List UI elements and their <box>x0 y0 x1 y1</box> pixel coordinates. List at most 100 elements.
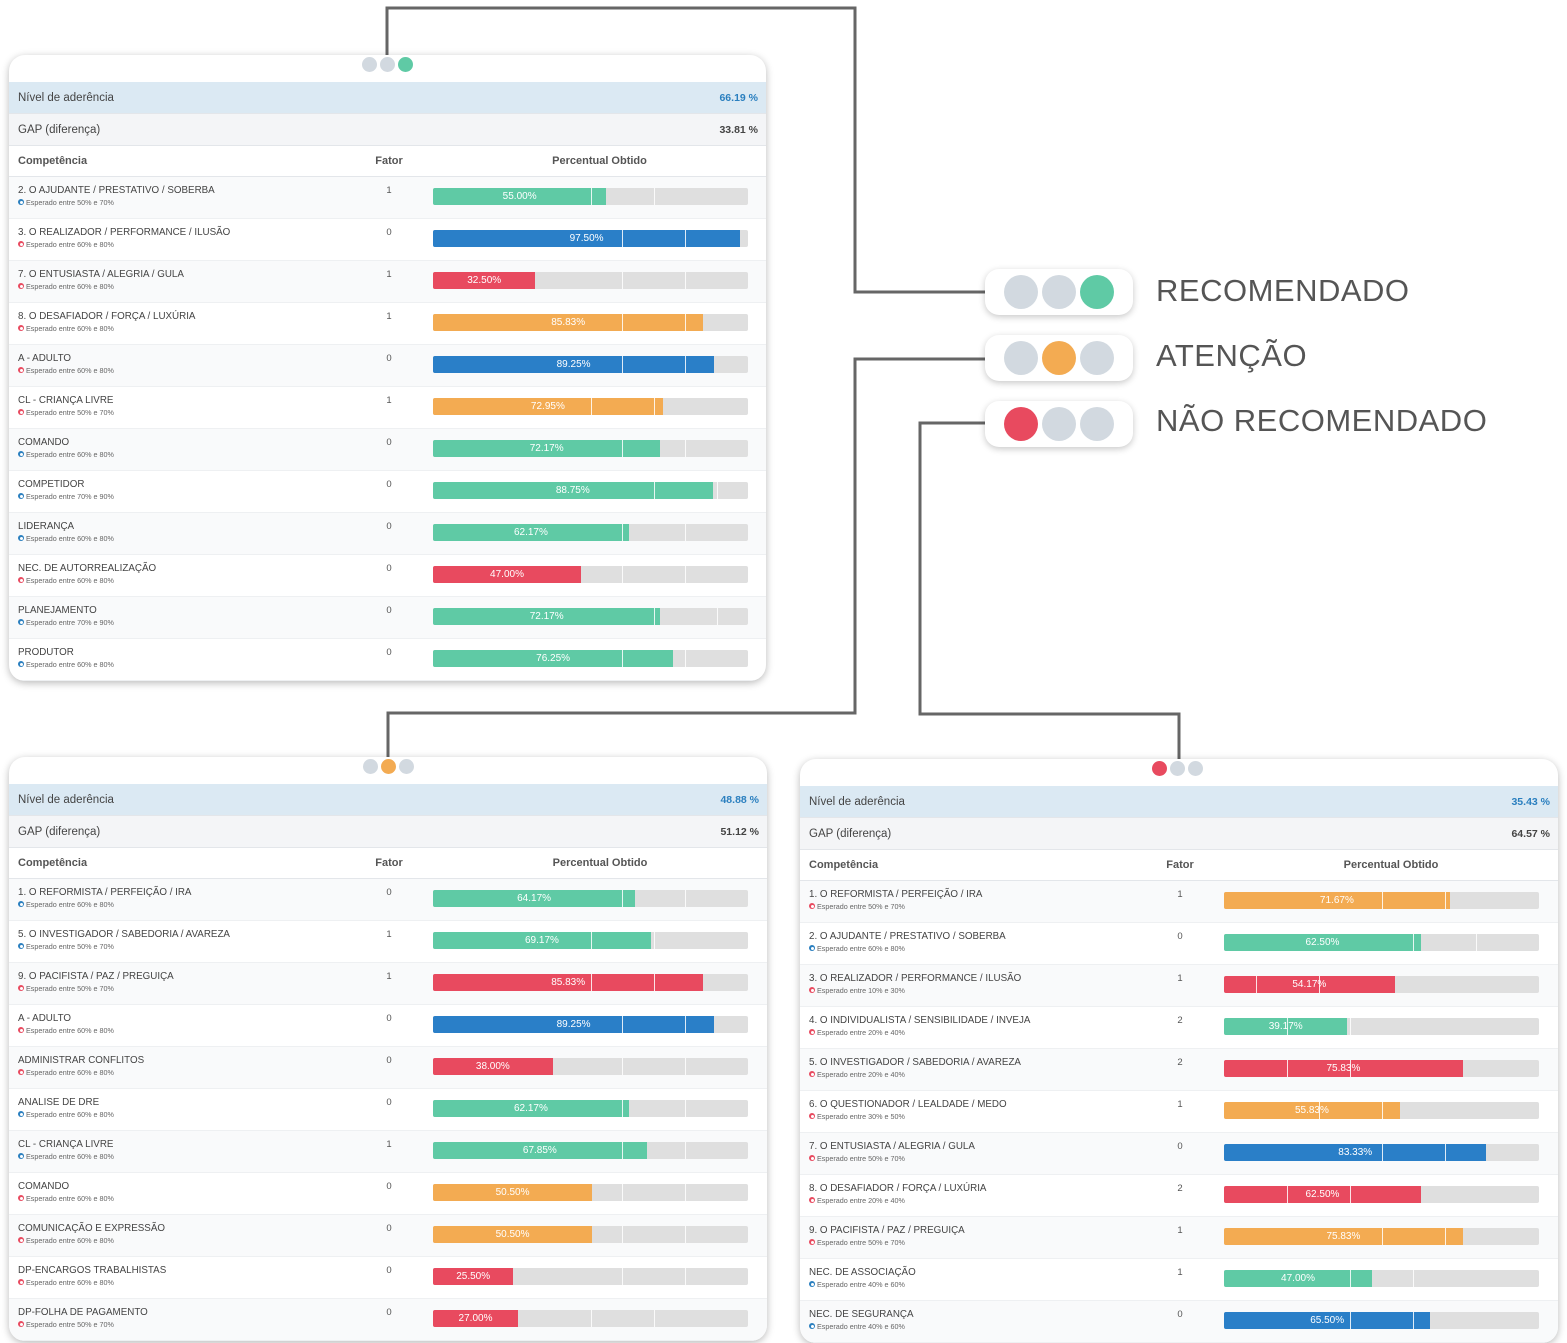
expected-range-marker <box>1444 1144 1446 1161</box>
table-row: 3. O REALIZADOR / PERFORMANCE / ILUSÃO Es… <box>9 219 766 261</box>
alert-circle-icon <box>18 1027 24 1033</box>
progress-bar: 62.50% <box>1224 934 1539 951</box>
progress-bar: 85.83% <box>433 974 748 991</box>
fator-value: 1 <box>1177 1225 1183 1236</box>
expected-text: Esperado entre 20% e 40% <box>817 1070 905 1079</box>
progress-bar: 75.83% <box>1224 1060 1539 1077</box>
legend-dot <box>1042 275 1076 309</box>
expected-range-marker <box>622 650 623 667</box>
competencia-name: 3. O REALIZADOR / PERFORMANCE / ILUSÃO <box>18 227 231 238</box>
expected-range: Esperado entre 60% e 80% <box>18 366 345 375</box>
expected-range-marker <box>653 932 655 949</box>
expected-range-marker <box>653 1310 655 1327</box>
legend-dot <box>1004 407 1038 441</box>
progress-bar: 39.17% <box>1224 1018 1539 1035</box>
alert-circle-icon <box>18 1321 24 1327</box>
percentual-cell: 27.00% <box>433 1299 767 1340</box>
fator-value: 0 <box>386 1307 392 1318</box>
alert-circle-icon <box>809 1071 815 1077</box>
competencia-cell: CL - CRIANÇA LIVRE Esperado entre 60% e 8… <box>9 1131 345 1172</box>
competencia-name: 5. O INVESTIGADOR / SABEDORIA / AVAREZA <box>809 1057 1021 1068</box>
progress-label: 72.17% <box>529 443 564 454</box>
progress-bar: 83.33% <box>1224 1144 1539 1161</box>
expected-text: Esperado entre 50% e 70% <box>817 1238 905 1247</box>
competencia-cell: 1. O REFORMISTA / PERFEIÇÃO / IRA Esperad… <box>800 881 1136 922</box>
progress-bar: 97.50% <box>433 230 748 247</box>
expected-range: Esperado entre 50% e 70% <box>809 1238 1136 1247</box>
expected-text: Esperado entre 50% e 70% <box>26 408 114 417</box>
progress-bar: 47.00% <box>1224 1270 1539 1287</box>
table-row: NEC. DE ASSOCIAÇÃO Esperado entre 40% e 6… <box>800 1259 1558 1301</box>
expected-range: Esperado entre 60% e 80% <box>18 1236 345 1245</box>
alert-circle-icon <box>809 1197 815 1203</box>
competencia-cell: 2. O AJUDANTE / PRESTATIVO / SOBERBA Espe… <box>800 923 1136 964</box>
expected-text: Esperado entre 60% e 80% <box>26 1278 114 1287</box>
header-percentual: Percentual Obtido <box>552 857 648 869</box>
competencia-name: LIDERANÇA <box>18 521 75 532</box>
gap-row: GAP (diferença) 51.12 % <box>9 816 767 848</box>
gap-label: GAP (diferença) <box>18 123 101 136</box>
competencia-name: CL - CRIANÇA LIVRE <box>18 1139 114 1150</box>
competencia-cell: 4. O INDIVIDUALISTA / SENSIBILIDADE / IN… <box>800 1007 1136 1048</box>
check-circle-icon <box>18 1153 24 1159</box>
competencia-name: 7. O ENTUSIASTA / ALEGRIA / GULA <box>18 269 184 280</box>
table-header: Competência Fator Percentual Obtido <box>800 850 1558 881</box>
legend-dot <box>1080 341 1114 375</box>
legend-dot <box>1080 407 1114 441</box>
competencia-name: ADMINISTRAR CONFLITOS <box>18 1055 145 1066</box>
fator-value: 1 <box>386 1139 392 1150</box>
legend-label: RECOMENDADO <box>1156 273 1410 308</box>
aderencia-row: Nível de aderência 35.43 % <box>800 786 1558 818</box>
fator-value: 2 <box>1177 1015 1183 1026</box>
expected-range-marker <box>653 188 655 205</box>
percentual-cell: 38.00% <box>433 1047 767 1088</box>
indicator-dot <box>1152 761 1167 776</box>
progress-bar: 50.50% <box>433 1226 748 1243</box>
percentual-cell: 65.50% <box>1224 1301 1558 1342</box>
percentual-cell: 62.50% <box>1224 923 1558 964</box>
fator-value: 0 <box>386 353 392 364</box>
percentual-cell: 89.25% <box>433 345 766 386</box>
competencia-cell: 8. O DESAFIADOR / FORÇA / LUXÚRIA Esperad… <box>9 303 345 344</box>
header-fator: Fator <box>1166 859 1194 871</box>
table-row: CL - CRIANÇA LIVRE Esperado entre 60% e 8… <box>9 1131 767 1173</box>
fator-value: 0 <box>386 227 392 238</box>
competencia-cell: 9. O PACIFISTA / PAZ / PREGUIÇA Esperado … <box>800 1217 1136 1258</box>
fator-value: 0 <box>386 605 392 616</box>
expected-range: Esperado entre 40% e 60% <box>809 1322 1136 1331</box>
expected-range-marker <box>716 482 718 499</box>
expected-text: Esperado entre 60% e 80% <box>26 1152 114 1161</box>
percentual-cell: 85.83% <box>433 303 766 344</box>
expected-range-marker <box>685 566 686 583</box>
fator-value: 1 <box>1177 1099 1183 1110</box>
table-body: 1. O REFORMISTA / PERFEIÇÃO / IRA Esperad… <box>800 881 1558 1343</box>
progress-label: 47.00% <box>1281 1273 1315 1284</box>
expected-range-marker <box>1413 934 1414 951</box>
fator-value: 1 <box>1177 1267 1183 1278</box>
indicator-dot <box>399 759 414 774</box>
table-row: DP-FOLHA DE PAGAMENTO Esperado entre 50% … <box>9 1299 767 1341</box>
expected-range-marker <box>1413 1270 1414 1287</box>
competencia-name: 7. O ENTUSIASTA / ALEGRIA / GULA <box>809 1141 975 1152</box>
fator-value: 1 <box>1177 889 1183 900</box>
percentual-cell: 67.85% <box>433 1131 767 1172</box>
table-row: 2. O AJUDANTE / PRESTATIVO / SOBERBA Espe… <box>800 923 1558 965</box>
alert-circle-icon <box>18 325 24 331</box>
competencia-name: 9. O PACIFISTA / PAZ / PREGUIÇA <box>809 1225 965 1236</box>
competencia-name: 1. O REFORMISTA / PERFEIÇÃO / IRA <box>809 889 983 900</box>
competencia-name: 6. O QUESTIONADOR / LEALDADE / MEDO <box>809 1099 1007 1110</box>
expected-range-marker <box>716 608 718 625</box>
expected-range: Esperado entre 60% e 80% <box>18 660 345 669</box>
aderencia-label: Nível de aderência <box>18 793 114 806</box>
table-body: 1. O REFORMISTA / PERFEIÇÃO / IRA Esperad… <box>9 879 767 1341</box>
progress-label: 62.17% <box>513 1103 548 1114</box>
legend-dot <box>1004 341 1038 375</box>
table-row: 6. O QUESTIONADOR / LEALDADE / MEDO Esper… <box>800 1091 1558 1133</box>
check-circle-icon <box>18 619 24 625</box>
progress-bar: 62.17% <box>433 1100 748 1117</box>
table-row: 3. O REALIZADOR / PERFORMANCE / ILUSÃO Es… <box>800 965 1558 1007</box>
percentual-cell: 54.17% <box>1224 965 1558 1006</box>
fator-value: 0 <box>386 563 392 574</box>
legend-dot <box>1042 407 1076 441</box>
percentual-cell: 83.33% <box>1224 1133 1558 1174</box>
